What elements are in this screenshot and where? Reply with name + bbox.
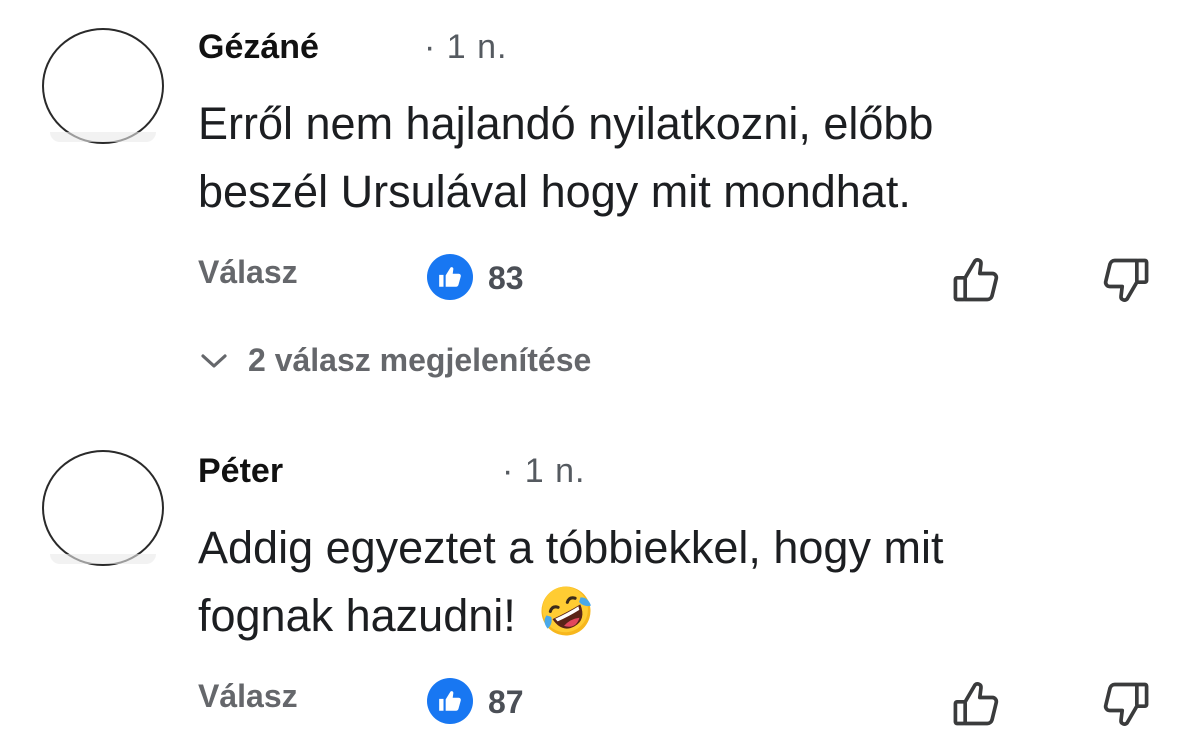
like-badge — [427, 678, 473, 724]
comment-text-line: beszél Ursulával hogy mit mondhat. — [198, 166, 911, 217]
thumbs-up-icon — [439, 267, 461, 287]
comment-timestamp[interactable]: · 1 n. — [424, 28, 507, 67]
like-count: 87 — [488, 684, 524, 720]
avatar[interactable] — [42, 28, 164, 144]
rolling-on-floor-laughing-emoji — [541, 586, 592, 636]
thumb-down-outline-icon — [1103, 682, 1149, 726]
comment-actions: Válasz 83 — [0, 254, 1200, 304]
downvote-button[interactable] — [1098, 676, 1154, 732]
comment-author[interactable]: Gézáné — [198, 28, 319, 67]
upvote-button[interactable] — [948, 676, 1004, 732]
reply-button[interactable]: Válasz — [198, 254, 298, 291]
thumb-down-outline-icon — [1103, 258, 1149, 302]
avatar[interactable] — [42, 450, 164, 566]
comment-text: Addig egyeztet a tóbbiekkel, hogy mit fo… — [198, 514, 943, 650]
show-replies-label: 2 válasz megjelenítése — [248, 342, 592, 378]
show-replies-button[interactable]: 2 válasz megjelenítése — [198, 342, 591, 379]
downvote-button[interactable] — [1098, 252, 1154, 308]
thumbs-up-icon — [439, 691, 461, 711]
comment-text-fragment: fognak hazudni! — [198, 590, 516, 641]
thumb-up-outline-icon — [953, 682, 999, 726]
comment-timestamp[interactable]: · 1 n. — [502, 452, 585, 491]
comment-text: Erről nem hajlandó nyilatkozni, előbb be… — [198, 90, 933, 226]
comment-author[interactable]: Péter — [198, 452, 283, 491]
like-count: 83 — [488, 260, 524, 296]
comment-text-line: fognak hazudni! — [198, 582, 943, 650]
comment-text-line: Erről nem hajlandó nyilatkozni, előbb — [198, 98, 934, 149]
comment-text-line: Addig egyeztet a tóbbiekkel, hogy mit — [198, 522, 944, 573]
thumb-up-outline-icon — [953, 258, 999, 302]
chevron-down-icon — [198, 345, 230, 377]
upvote-button[interactable] — [948, 252, 1004, 308]
like-badge — [427, 254, 473, 300]
comment-actions: Válasz 87 — [0, 678, 1200, 728]
reply-button[interactable]: Válasz — [198, 678, 298, 715]
